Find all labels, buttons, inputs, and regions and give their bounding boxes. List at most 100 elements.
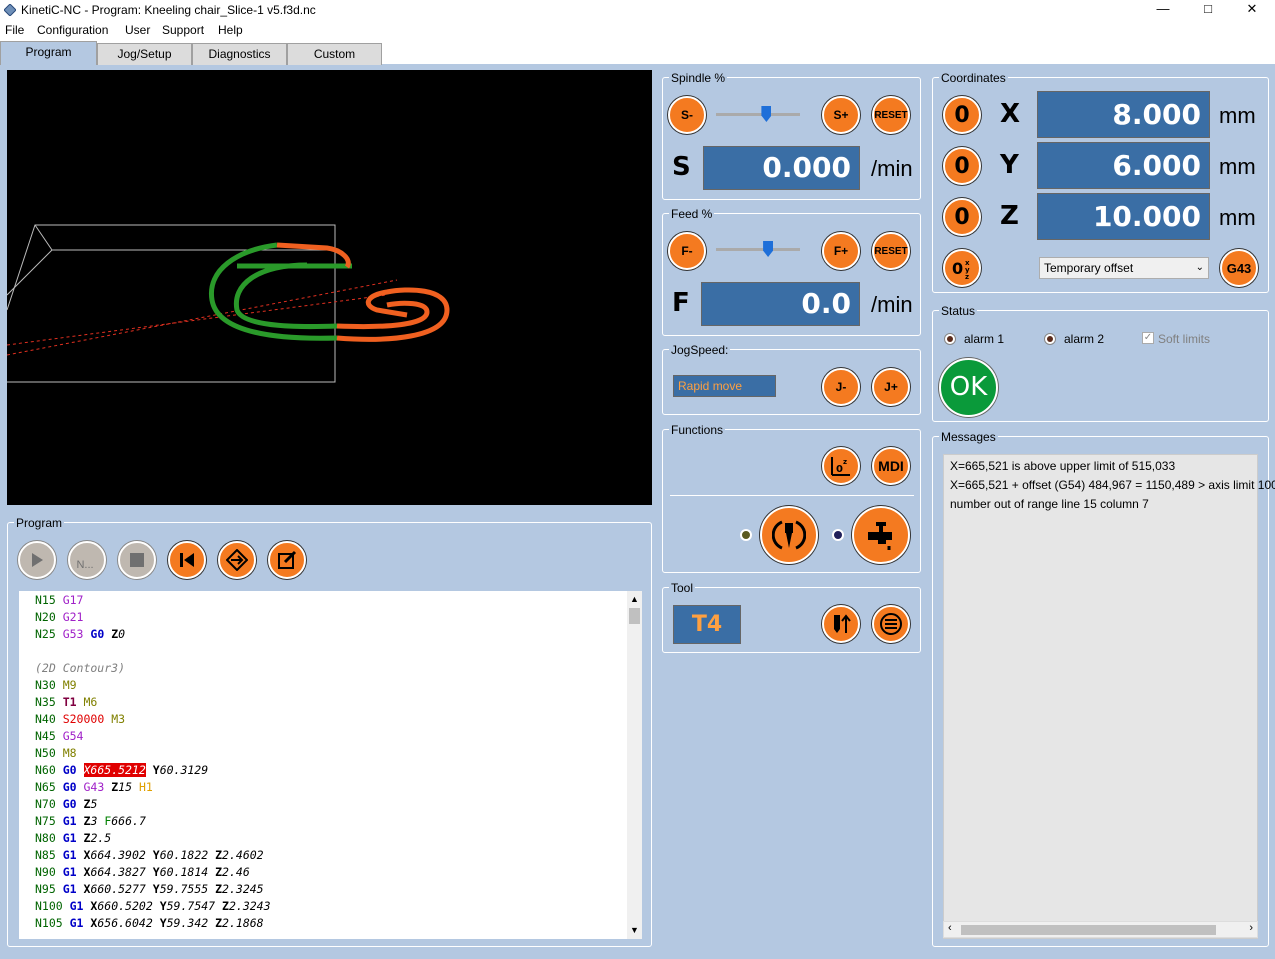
tab-program[interactable]: Program (0, 41, 97, 65)
code-token: 59.342 (166, 916, 209, 930)
spindle-label: Spindle % (669, 71, 728, 85)
scroll-right-icon[interactable]: › (1249, 922, 1253, 934)
code-token: N25 (35, 627, 63, 641)
tab-diagnostics[interactable]: Diagnostics (192, 43, 287, 65)
code-token: G1 (62, 831, 77, 845)
chevron-down-icon: ⌄ (1195, 262, 1204, 273)
functions-divider (670, 495, 914, 496)
tool-number: T4 (673, 605, 741, 644)
spindle-reset-button[interactable]: RESET (872, 96, 910, 134)
scroll-up-icon[interactable]: ▲ (630, 594, 639, 604)
probe-zero-button[interactable]: 0z (822, 447, 860, 485)
code-token: 660.5277 (90, 882, 146, 896)
code-token: G17 (62, 593, 84, 607)
code-token: 660.5202 (97, 899, 153, 913)
feed-plus-button[interactable]: F+ (822, 232, 860, 270)
title-bar: KinetiC-NC - Program: Kneeling chair_Sli… (0, 0, 1275, 20)
spindle-minus-button[interactable]: S- (668, 96, 706, 134)
scroll-thumb[interactable] (629, 608, 640, 624)
axis-z-value: 10.000 (1037, 193, 1210, 240)
spindle-slider[interactable] (716, 113, 800, 116)
coolant-indicator (832, 529, 844, 541)
spindle-letter: S (672, 152, 691, 182)
feed-slider[interactable] (716, 248, 800, 251)
soft-limits-label: Soft limits (1158, 332, 1211, 346)
code-token: 60.1822 (159, 848, 209, 862)
stop-button[interactable] (118, 541, 156, 579)
offset-select[interactable]: Temporary offset ⌄ (1039, 257, 1209, 279)
messages-list[interactable]: X=665,521 is above upper limit of 515,03… (943, 454, 1275, 939)
menu-support[interactable]: Support (162, 23, 204, 37)
menu-configuration[interactable]: Configuration (37, 23, 108, 37)
tool-table-button[interactable] (872, 605, 910, 643)
code-token: M9 (62, 678, 77, 692)
run-from-line-button[interactable]: N... (68, 541, 106, 579)
zero-y-button[interactable]: 0 (943, 147, 981, 185)
g43-button[interactable]: G43 (1220, 249, 1258, 287)
tool-change-button[interactable] (822, 605, 860, 643)
code-line: N100 G1 X660.5202 Y59.7547 Z2.3243 (35, 898, 271, 915)
soft-limits-checkbox[interactable]: ✓ (1142, 332, 1154, 344)
gcode-editor[interactable]: N15 G17 N20 G21 N25 G53 G0 Z0 (2D Contour3)… (19, 591, 627, 939)
mdi-button[interactable]: MDI (872, 447, 910, 485)
code-token: G21 (62, 610, 84, 624)
tab-jog-setup[interactable]: Jog/Setup (97, 43, 192, 65)
spindle-toggle-button[interactable] (760, 506, 818, 564)
code-token: N95 (35, 882, 63, 896)
messages-hscrollbar[interactable]: ‹ › (943, 921, 1258, 938)
code-line: (2D Contour3) (35, 660, 125, 677)
toolpath-viewport[interactable] (6, 70, 652, 505)
tab-custom[interactable]: Custom (287, 43, 382, 65)
minimize-button[interactable]: — (1140, 0, 1186, 20)
zero-x-button[interactable]: 0 (943, 96, 981, 134)
code-token: M8 (62, 746, 77, 760)
code-token: G1 (62, 882, 77, 896)
jog-minus-button[interactable]: J- (822, 368, 860, 406)
tool-settings-icon (880, 613, 902, 635)
code-token: Y (152, 848, 160, 862)
message-line: X=665,521 is above upper limit of 515,03… (950, 459, 1176, 473)
code-line: N35 T1 M6 (35, 694, 97, 711)
zero-all-button[interactable]: 0xyz (943, 249, 981, 287)
menu-help[interactable]: Help (218, 23, 243, 37)
jog-mode-field[interactable]: Rapid move (673, 375, 776, 397)
ok-status-button[interactable]: OK (939, 358, 998, 417)
code-line: N70 G0 Z5 (35, 796, 97, 813)
edit-program-button[interactable] (268, 541, 306, 579)
code-scrollbar[interactable]: ▲ ▼ (627, 591, 642, 939)
code-line: N75 G1 Z3 F666.7 (35, 813, 146, 830)
code-token: G0 (62, 763, 77, 777)
feed-minus-button[interactable]: F- (668, 232, 706, 270)
jog-plus-button[interactable]: J+ (872, 368, 910, 406)
feed-reset-button[interactable]: RESET (872, 232, 910, 270)
run-button[interactable] (18, 541, 56, 579)
coolant-toggle-button[interactable] (852, 506, 910, 564)
scroll-down-icon[interactable]: ▼ (630, 925, 639, 935)
code-token: N105 (35, 916, 70, 930)
rewind-button[interactable] (168, 541, 206, 579)
spindle-plus-button[interactable]: S+ (822, 96, 860, 134)
code-token: 59.7547 (166, 899, 216, 913)
zero-z-button[interactable]: 0 (943, 198, 981, 236)
close-button[interactable]: ✕ (1229, 0, 1275, 20)
code-token: M6 (83, 695, 98, 709)
menu-file[interactable]: File (5, 23, 24, 37)
step-button[interactable] (218, 541, 256, 579)
code-line: N105 G1 X656.6042 Y59.342 Z2.1868 (35, 915, 264, 932)
messages-scroll-thumb[interactable] (961, 925, 1216, 935)
code-line: N20 G21 (35, 609, 83, 626)
app-icon (4, 4, 16, 16)
toolpath-graphic (6, 224, 450, 383)
maximize-button[interactable]: □ (1185, 0, 1231, 20)
code-token: 2.3245 (222, 882, 264, 896)
scroll-left-icon[interactable]: ‹ (948, 922, 952, 934)
messages-label: Messages (939, 430, 998, 444)
spindle-value: 0.000 (703, 146, 860, 190)
code-token: N60 (35, 763, 63, 777)
menu-user[interactable]: User (125, 23, 150, 37)
